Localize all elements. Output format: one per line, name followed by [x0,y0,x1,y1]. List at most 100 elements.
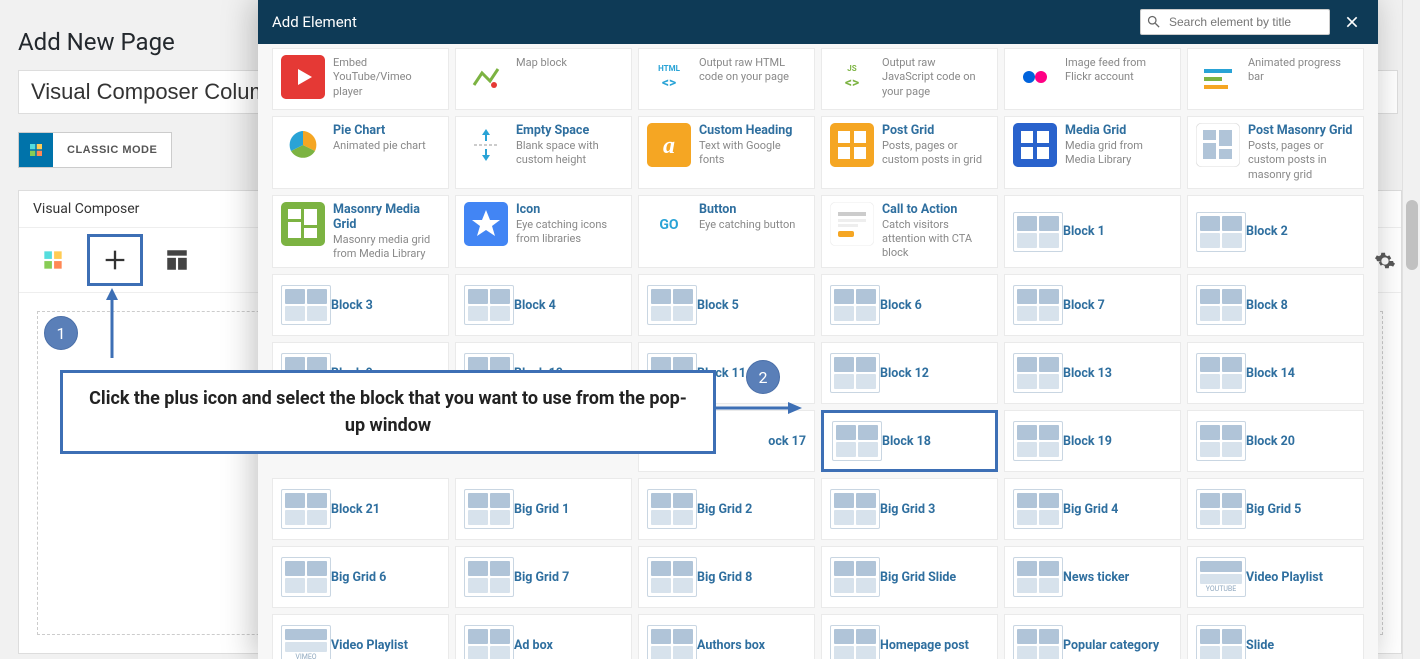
element-icon [1013,489,1063,529]
element-big-grid-6[interactable]: Big Grid 6 [272,546,449,608]
element-block-2[interactable]: Block 2 [1187,195,1364,269]
svg-text:HTML: HTML [658,64,680,73]
element-icon [1013,557,1063,597]
element-icon [1196,285,1246,325]
element-title: Block 19 [1063,434,1172,449]
add-element-button[interactable] [87,234,143,286]
element-title: Masonry Media Grid [333,202,440,232]
element-desc: Embed YouTube/Vimeo player [333,56,440,99]
element-video-playlist[interactable]: YOUTUBE Video Playlist [1187,546,1364,608]
element-icon [1013,55,1065,99]
element-block-21[interactable]: Block 21 [272,478,449,540]
element-homepage-post[interactable]: Homepage post [821,614,998,659]
element-title: Block 2 [1246,224,1355,239]
annotation-arrow-1 [102,288,122,364]
element-block-19[interactable]: Block 19 [1004,410,1181,472]
element-icon [1013,123,1065,167]
vc-logo-icon [19,133,53,167]
element-title: Block 8 [1246,298,1355,313]
add-element-modal: Add Element Embed YouTube/Vimeo player M… [258,0,1378,659]
element-icon [464,625,514,659]
element-block-8[interactable]: Block 8 [1187,274,1364,336]
element-block-5[interactable]: Block 5 [638,274,815,336]
element-title: Post Grid [882,123,989,138]
scrollbar-thumb[interactable] [1406,200,1418,270]
element-news-ticker[interactable]: News ticker [1004,546,1181,608]
element-big-grid-4[interactable]: Big Grid 4 [1004,478,1181,540]
element-desc: Posts, pages or custom posts in masonry … [1248,139,1355,182]
element-big-grid-slide[interactable]: Big Grid Slide [821,546,998,608]
gear-icon[interactable] [1374,250,1396,272]
element-title: Empty Space [516,123,623,138]
modal-body[interactable]: Embed YouTube/Vimeo player Map block HTM… [258,44,1378,659]
element-icon [281,557,331,597]
element-block-20[interactable]: Block 20 [1187,410,1364,472]
element-big-grid-2[interactable]: Big Grid 2 [638,478,815,540]
element-custom-heading[interactable]: a Custom Heading Text with Google fonts [638,116,815,189]
element-big-grid-1[interactable]: Big Grid 1 [455,478,632,540]
element-icon: VIMEO [281,625,331,659]
vc-logo-button[interactable] [25,234,81,286]
element-image-feed-from-flickr-account[interactable]: Image feed from Flickr account [1004,48,1181,110]
element-block-3[interactable]: Block 3 [272,274,449,336]
element-icon [647,285,697,325]
classic-mode-label: CLASSIC MODE [53,144,171,156]
element-icon [464,285,514,325]
element-authors-box[interactable]: Authors box [638,614,815,659]
search-wrap [1140,9,1330,35]
element-post-masonry-grid[interactable]: Post Masonry Grid Posts, pages or custom… [1187,116,1364,189]
element-embed-youtube-vimeo-player[interactable]: Embed YouTube/Vimeo player [272,48,449,110]
element-icon [464,55,516,99]
templates-button[interactable] [149,234,205,286]
element-popular-category[interactable]: Popular category [1004,614,1181,659]
element-big-grid-5[interactable]: Big Grid 5 [1187,478,1364,540]
element-block-1[interactable]: Block 1 [1004,195,1181,269]
element-icon [1013,285,1063,325]
element-icon[interactable]: Icon Eye catching icons from libraries [455,195,632,269]
element-title: Block 4 [514,298,623,313]
element-title: Block 1 [1063,224,1172,239]
element-big-grid-7[interactable]: Big Grid 7 [455,546,632,608]
element-title: Block 18 [882,434,987,449]
element-slide[interactable]: Slide [1187,614,1364,659]
element-block-13[interactable]: Block 13 [1004,342,1181,404]
element-call-to-action[interactable]: Call to Action Catch visitors attention … [821,195,998,269]
element-block-7[interactable]: Block 7 [1004,274,1181,336]
element-block-18[interactable]: Block 18 [821,410,998,472]
element-post-grid[interactable]: Post Grid Posts, pages or custom posts i… [821,116,998,189]
page-scrollbar[interactable] [1402,0,1420,659]
element-icon: JS<> [830,55,882,99]
element-animated-progress-bar[interactable]: Animated progress bar [1187,48,1364,110]
element-video-playlist[interactable]: VIMEO Video Playlist [272,614,449,659]
element-icon [1196,55,1248,99]
element-title: Block 7 [1063,298,1172,313]
element-button[interactable]: GO Button Eye catching button [638,195,815,269]
element-title: Block 14 [1246,366,1355,381]
element-title: Big Grid 2 [697,502,806,517]
element-output-raw-javascript-code-on-your-page[interactable]: JS<> Output raw JavaScript code on your … [821,48,998,110]
element-block-4[interactable]: Block 4 [455,274,632,336]
element-media-grid[interactable]: Media Grid Media grid from Media Library [1004,116,1181,189]
modal-header: Add Element [258,0,1378,44]
element-output-raw-html-code-on-your-page[interactable]: HTML<> Output raw HTML code on your page [638,48,815,110]
element-title: Call to Action [882,202,989,217]
element-title: News ticker [1063,570,1172,585]
element-icon [1013,353,1063,393]
element-pie-chart[interactable]: Pie Chart Animated pie chart [272,116,449,189]
element-block-14[interactable]: Block 14 [1187,342,1364,404]
search-input[interactable] [1140,9,1330,35]
element-title: ock 17 [768,434,806,449]
element-map-block[interactable]: Map block [455,48,632,110]
element-ad-box[interactable]: Ad box [455,614,632,659]
element-block-12[interactable]: Block 12 [821,342,998,404]
element-big-grid-8[interactable]: Big Grid 8 [638,546,815,608]
classic-mode-button[interactable]: CLASSIC MODE [18,132,172,168]
element-empty-space[interactable]: Empty Space Blank space with custom heig… [455,116,632,189]
annotation-instruction: Click the plus icon and select the block… [60,370,716,454]
element-big-grid-3[interactable]: Big Grid 3 [821,478,998,540]
element-block-6[interactable]: Block 6 [821,274,998,336]
close-button[interactable] [1340,10,1364,34]
element-title: Pie Chart [333,123,440,138]
element-masonry-media-grid[interactable]: Masonry Media Grid Masonry media grid fr… [272,195,449,269]
element-title: Slide [1246,638,1355,653]
